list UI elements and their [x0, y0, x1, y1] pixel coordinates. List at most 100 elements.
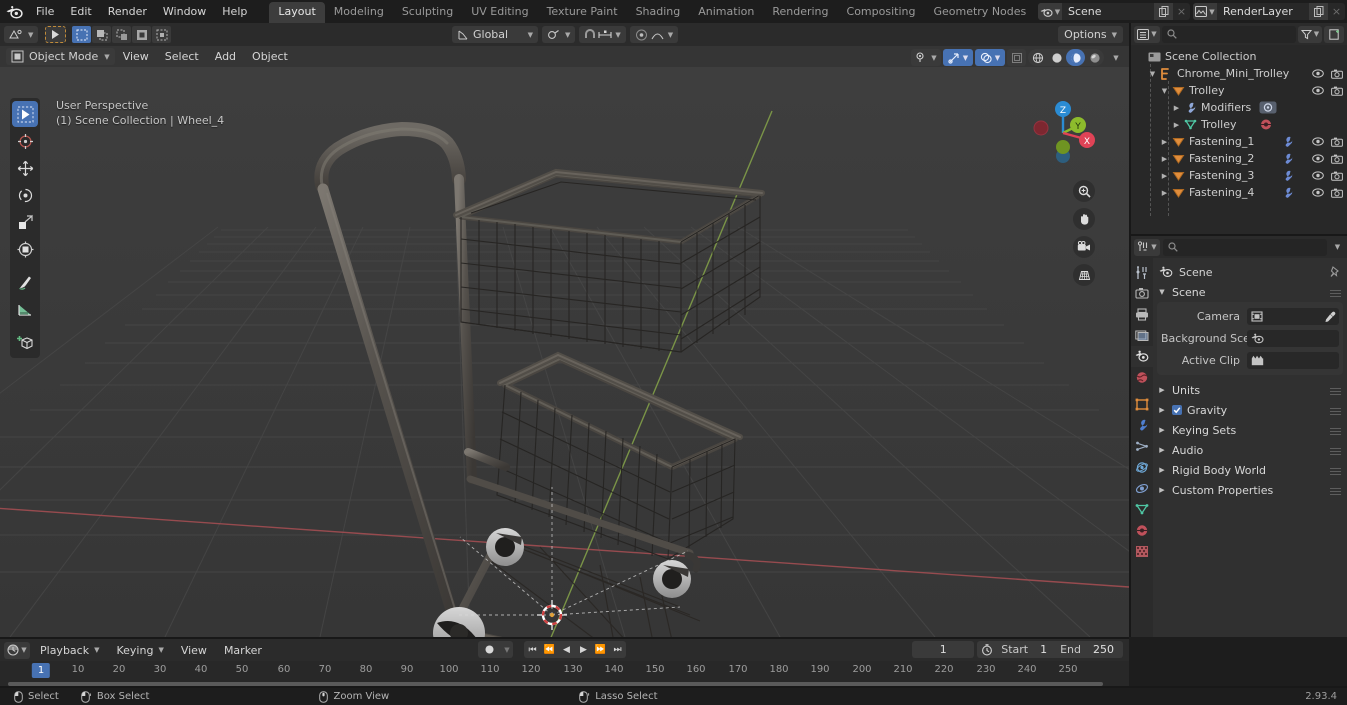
- unlink-layer-button[interactable]: ×: [1328, 3, 1345, 20]
- measure-tool[interactable]: [12, 296, 38, 322]
- play-reverse-button[interactable]: ◀: [558, 641, 575, 658]
- editor-type-outliner-icon[interactable]: ▼: [1134, 25, 1160, 43]
- expand-triangle-icon[interactable]: ▶: [1159, 172, 1170, 180]
- workspace-tab-rendering[interactable]: Rendering: [763, 2, 837, 23]
- properties-tab-scene[interactable]: [1131, 346, 1153, 367]
- camera-field-input[interactable]: [1247, 308, 1339, 325]
- outliner-row-fastening-4[interactable]: ▶ Fastening_4: [1131, 184, 1347, 201]
- menu-render[interactable]: Render: [100, 2, 155, 21]
- custom-properties-panel-header[interactable]: ▶ Custom Properties: [1153, 480, 1347, 500]
- editor-type-properties-icon[interactable]: ▼: [1134, 238, 1160, 256]
- panel-expand-triangle-icon[interactable]: ▶: [1157, 446, 1167, 454]
- viewport-menu-object[interactable]: Object: [244, 47, 296, 66]
- workspace-tab-animation[interactable]: Animation: [689, 2, 763, 23]
- outliner-row-collection[interactable]: ▼ Chrome_Mini_Trolley_with_Tw: [1131, 65, 1347, 82]
- end-frame-value[interactable]: 250: [1081, 643, 1123, 656]
- menu-help[interactable]: Help: [214, 2, 255, 21]
- background-scene-field-input[interactable]: [1247, 330, 1339, 347]
- outliner-row-fastening-2[interactable]: ▶ Fastening_2: [1131, 150, 1347, 167]
- eye-icon[interactable]: [1312, 171, 1324, 180]
- outliner-row-modifiers[interactable]: ▶ Modifiers: [1131, 99, 1347, 116]
- properties-tab-output[interactable]: [1131, 304, 1153, 325]
- blender-logo-icon[interactable]: [0, 0, 28, 23]
- move-tool[interactable]: [12, 155, 38, 181]
- eyedropper-icon[interactable]: [1324, 311, 1336, 323]
- timeline-playhead[interactable]: 1: [31, 663, 51, 678]
- navigation-gizmo[interactable]: Z Y X: [1025, 95, 1101, 171]
- expand-triangle-icon[interactable]: ▶: [1159, 189, 1170, 197]
- camera-icon[interactable]: [1331, 86, 1343, 96]
- shading-material-preview[interactable]: [1066, 49, 1085, 66]
- gizmo-toggle[interactable]: ▼: [943, 49, 973, 66]
- filter-funnel-icon[interactable]: ▼: [1298, 25, 1322, 43]
- gravity-panel-header[interactable]: ▶ Gravity: [1153, 400, 1347, 420]
- camera-icon[interactable]: [1331, 188, 1343, 198]
- audio-panel-header[interactable]: ▶ Audio: [1153, 440, 1347, 460]
- gravity-checkbox[interactable]: [1172, 405, 1182, 415]
- toggle-perspective-icon[interactable]: [1073, 264, 1095, 286]
- properties-tab-modifiers[interactable]: [1131, 415, 1153, 436]
- workspace-tab-compositing[interactable]: Compositing: [838, 2, 925, 23]
- scene-selector[interactable]: ▼ Scene ×: [1038, 3, 1190, 20]
- select-mode-invert[interactable]: [132, 26, 152, 43]
- jump-to-prev-keyframe-button[interactable]: ⏪: [541, 641, 558, 658]
- panel-collapse-triangle-icon[interactable]: ▼: [1157, 288, 1167, 296]
- shading-solid[interactable]: [1047, 49, 1066, 66]
- new-collection-icon[interactable]: [1324, 25, 1344, 43]
- menu-edit[interactable]: Edit: [62, 2, 99, 21]
- camera-icon[interactable]: [1331, 154, 1343, 164]
- snap-magnet-group[interactable]: ▼: [579, 26, 626, 43]
- transform-orientation-dropdown[interactable]: Global ▼: [452, 26, 538, 43]
- workspace-tab-sculpting[interactable]: Sculpting: [393, 2, 462, 23]
- shading-wireframe[interactable]: [1028, 49, 1047, 66]
- menu-window[interactable]: Window: [155, 2, 214, 21]
- properties-tab-object[interactable]: [1131, 394, 1153, 415]
- proportional-edit-group[interactable]: ▼: [629, 26, 679, 43]
- eye-icon[interactable]: [1312, 86, 1324, 95]
- shading-dropdown[interactable]: ▼: [1106, 49, 1125, 66]
- modifier-wrench-icon[interactable]: [1281, 187, 1294, 199]
- panel-expand-triangle-icon[interactable]: ▶: [1157, 426, 1167, 434]
- active-tool-icon[interactable]: [45, 26, 67, 43]
- properties-tab-tool[interactable]: [1131, 262, 1153, 283]
- outliner-row-mesh-data[interactable]: ▶ Trolley: [1131, 116, 1347, 133]
- outliner-row-fastening-1[interactable]: ▶ Fastening_1: [1131, 133, 1347, 150]
- outliner-search-input[interactable]: [1162, 25, 1296, 43]
- camera-view-icon[interactable]: [1073, 236, 1095, 258]
- panel-expand-triangle-icon[interactable]: ▶: [1157, 386, 1167, 394]
- properties-search-input[interactable]: [1163, 238, 1327, 256]
- shading-rendered[interactable]: [1085, 49, 1104, 66]
- properties-tab-constraints[interactable]: [1131, 478, 1153, 499]
- view-layer-name[interactable]: RenderLayer: [1217, 3, 1309, 20]
- modifier-wrench-icon[interactable]: [1281, 136, 1294, 148]
- camera-icon[interactable]: [1331, 171, 1343, 181]
- timeline-ruler[interactable]: 1 10 20 30 40 50 60 70 80 90 100 110 120…: [0, 661, 1129, 681]
- eye-icon[interactable]: [1312, 154, 1324, 163]
- rotate-tool[interactable]: [12, 182, 38, 208]
- xray-toggle[interactable]: [1007, 49, 1026, 66]
- object-visibility-dropdown[interactable]: ▼: [911, 49, 941, 66]
- properties-tab-world[interactable]: [1131, 367, 1153, 388]
- material-icon[interactable]: [1259, 118, 1273, 131]
- timeline-menu-view[interactable]: View: [174, 641, 214, 660]
- properties-tab-physics[interactable]: [1131, 457, 1153, 478]
- new-scene-icon[interactable]: [1154, 3, 1173, 20]
- workspace-tab-geometry-nodes[interactable]: Geometry Nodes: [924, 2, 1035, 23]
- workspace-tab-uv-editing[interactable]: UV Editing: [462, 2, 537, 23]
- outliner-row-scene-collection[interactable]: ▼ Scene Collection: [1131, 48, 1347, 65]
- select-mode-subtract[interactable]: [112, 26, 132, 43]
- menu-file[interactable]: File: [28, 2, 62, 21]
- scene-name[interactable]: Scene: [1062, 3, 1154, 20]
- properties-tab-particles[interactable]: [1131, 436, 1153, 457]
- workspace-tab-texture-paint[interactable]: Texture Paint: [538, 2, 627, 23]
- properties-tab-material[interactable]: [1131, 520, 1153, 541]
- scene-panel-header[interactable]: ▼ Scene: [1153, 282, 1347, 302]
- workspace-tab-shading[interactable]: Shading: [627, 2, 690, 23]
- play-button[interactable]: ▶: [575, 641, 592, 658]
- modifier-wrench-icon[interactable]: [1281, 170, 1294, 182]
- expand-triangle-icon[interactable]: ▶: [1171, 121, 1182, 129]
- outliner-tree[interactable]: ▼ Scene Collection ▼ Chrome_Mini_Trolley…: [1131, 45, 1347, 234]
- timeline-menu-playback[interactable]: Playback ▼: [33, 641, 106, 660]
- viewport-menu-view[interactable]: View: [115, 47, 157, 66]
- panel-expand-triangle-icon[interactable]: ▶: [1157, 406, 1167, 414]
